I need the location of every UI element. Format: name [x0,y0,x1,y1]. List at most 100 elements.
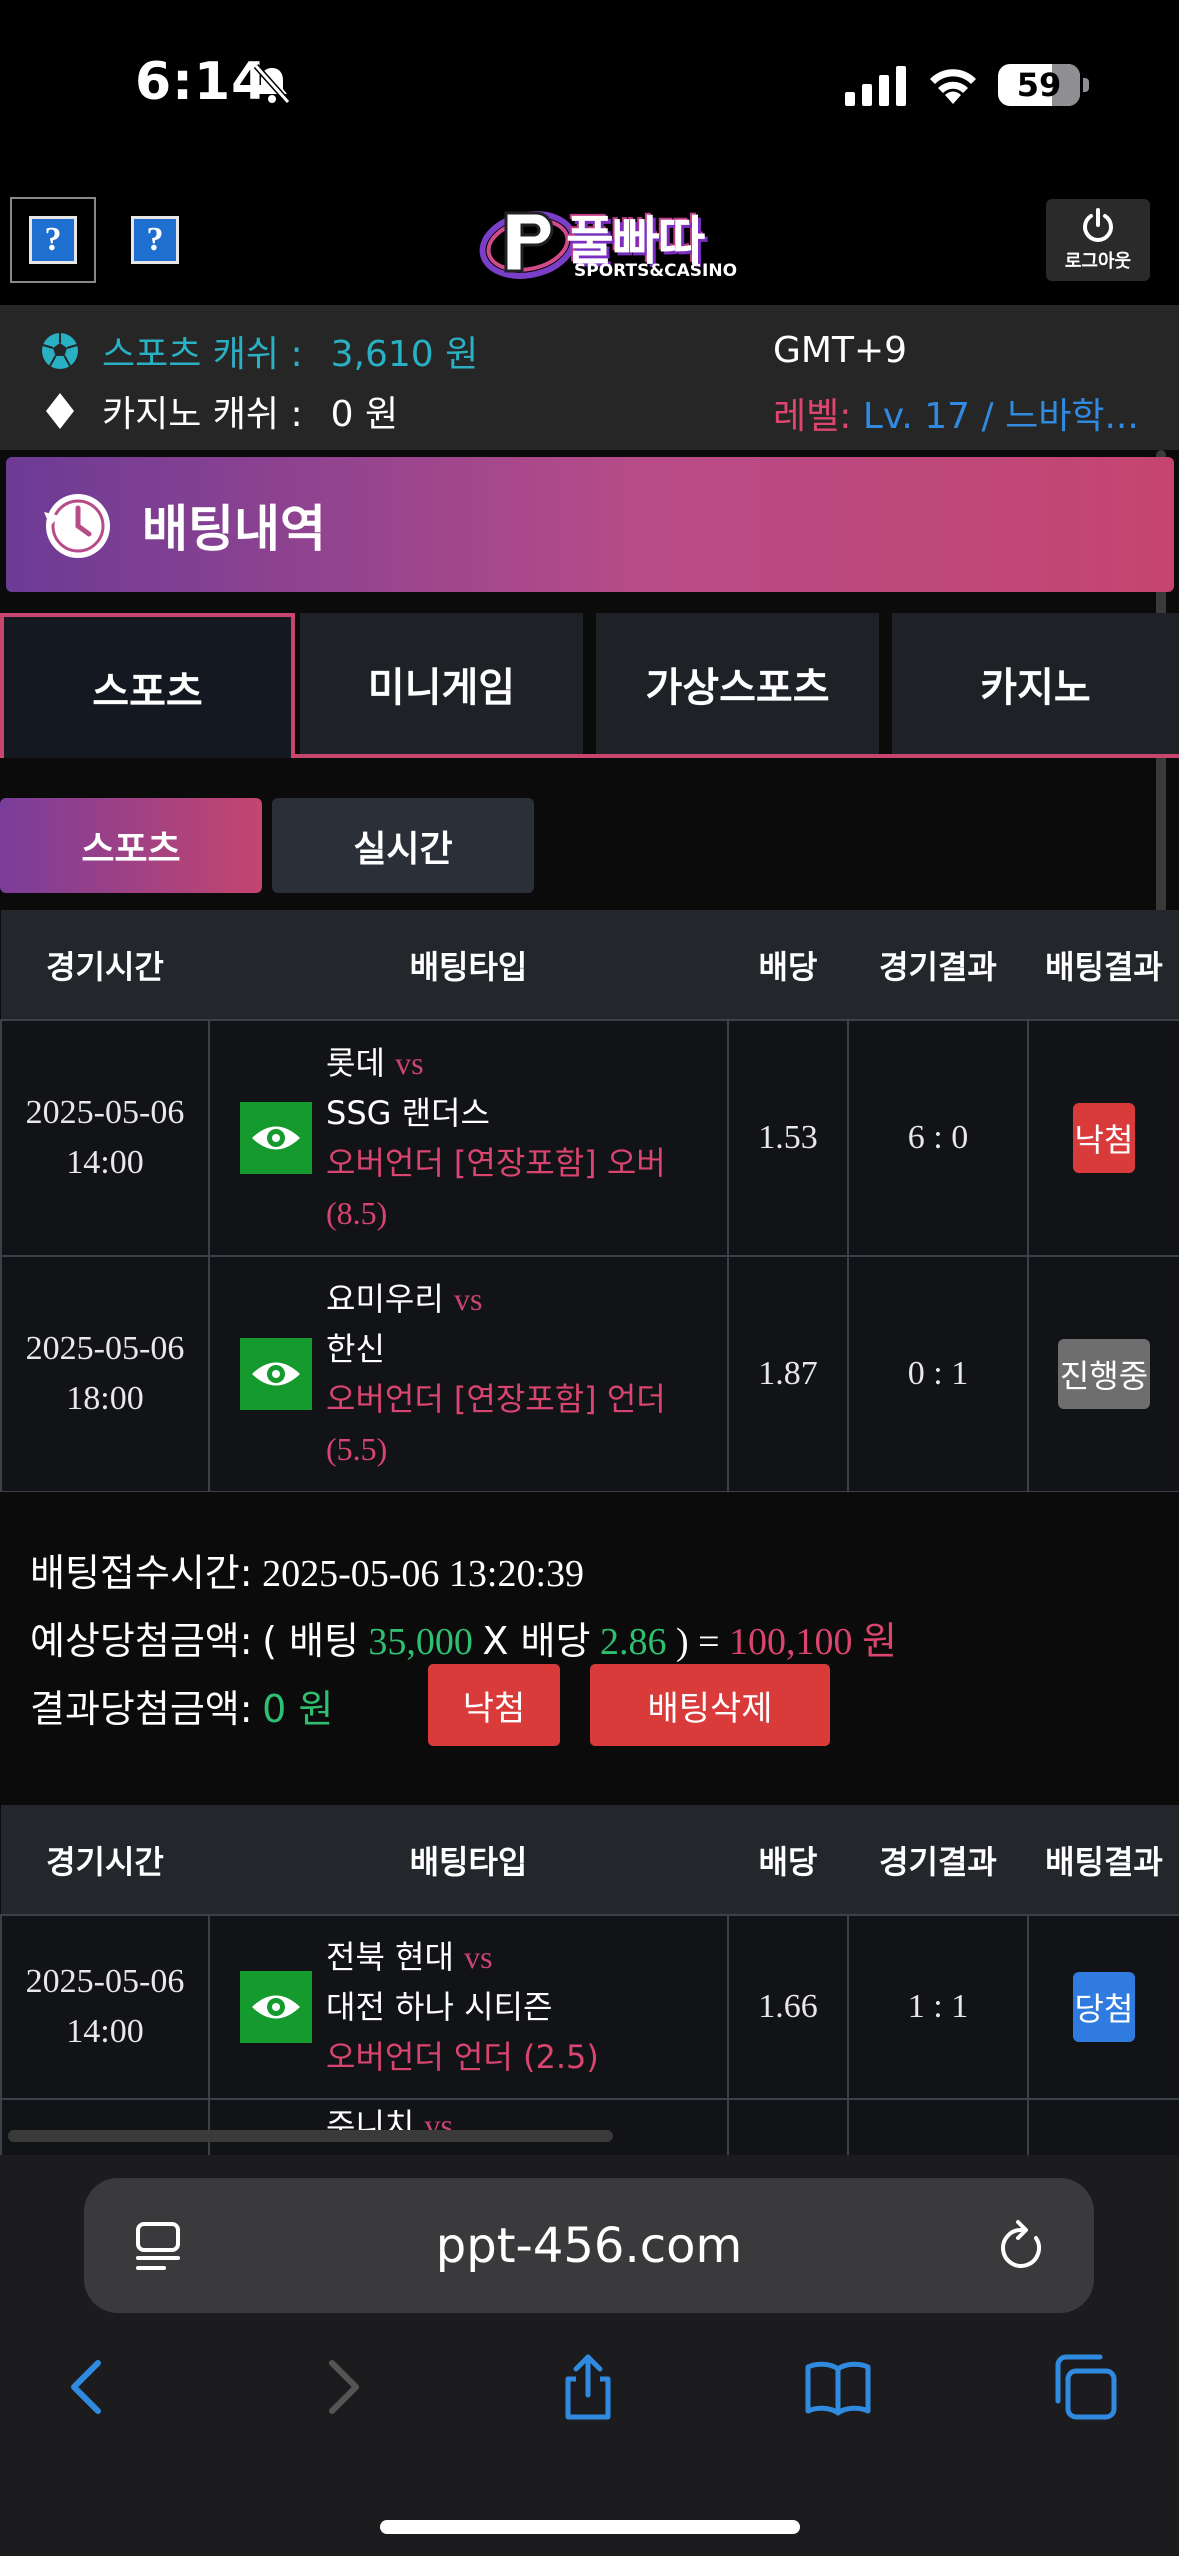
url-text: ppt-456.com [435,2218,743,2274]
bet-market: 오버언더 [연장포함] 오버 [326,1144,666,1182]
match-info: 전북 현대 vs 대전 하나 시티즌 오버언더 언더 (2.5) [326,1932,599,2082]
forward-icon[interactable] [306,2351,378,2423]
away-team: SSG 랜더스 [326,1094,490,1132]
result-cell [1027,2098,1179,2155]
stake-amount: 35,000 [368,1621,473,1663]
sports-cash-line: 스포츠 캐쉬 : 3,610 원 [40,325,478,377]
bet-slip-2-table: 경기시간 배팅타입 배당 경기결과 배팅결과 2025-05-06 14:00 [0,1805,1179,2155]
page-title: 배팅내역 [142,499,326,558]
expected-win-label: 예상당첨금액: [30,1619,253,1663]
share-icon[interactable] [552,2351,624,2423]
address-bar[interactable]: ppt-456.com [84,2178,1094,2313]
diamond-icon [46,393,74,429]
header-game-result: 경기결과 [848,1805,1028,1915]
status-time: 6:14 [135,52,269,112]
logo-subtitle: SPORTS&CASINO [574,261,738,281]
accept-time-value: 2025-05-06 13:20:39 [262,1553,585,1595]
result-cell: 진행중 [1027,1255,1179,1493]
browser-toolbar: ppt-456.com [0,2155,1179,2556]
delete-bet-button[interactable]: 배팅삭제 [590,1664,830,1746]
view-eye-icon[interactable] [240,1971,312,2043]
bet-type-cell: 주니치 vs [208,2098,729,2155]
horizontal-scrollbar[interactable] [8,2130,613,2142]
vs-label: vs [464,1939,493,1975]
odds-cell: 1.53 [727,1019,849,1257]
wifi-icon [930,69,976,104]
level-info[interactable]: 레벨: Lv. 17 / 느바학... [773,387,1143,439]
subtab-live[interactable]: 실시간 [272,798,534,893]
bet-type-cell: 전북 현대 vs 대전 하나 시티즌 오버언더 언더 (2.5) [208,1914,729,2100]
result-win-line: 결과당첨금액: 0 원 [30,1678,333,1733]
subtab-sports[interactable]: 스포츠 [0,798,262,893]
game-date: 2025-05-06 [25,1330,185,1367]
match-info: 요미우리 vs 한신 오버언더 [연장포함] 언더 (5.5) [326,1274,666,1474]
home-indicator[interactable] [380,2520,800,2534]
table-row: 2025-05-06 14:00 롯데 vs SSG 랜더스 오버언더 [연장포… [0,1019,1179,1257]
bet-market: 오버언더 [연장포함] 언더 [326,1380,666,1418]
bookmarks-icon[interactable] [802,2351,874,2423]
sports-cash-label: 스포츠 캐쉬 : [102,334,303,375]
home-team: 롯데 [326,1044,385,1082]
help-button-1[interactable]: ? [10,197,96,283]
sports-cash-value: 3,610 원 [330,334,479,375]
game-hour: 14:00 [66,2013,144,2050]
bet-slip-1-summary: 배팅접수시간: 2025-05-06 13:20:39 예상당첨금액: ( 배팅… [0,1492,1179,1790]
home-team: 요미우리 [326,1280,444,1318]
away-team: 한신 [326,1330,385,1368]
result-win-label: 결과당첨금액: [30,1687,253,1731]
away-team: 대전 하나 시티즌 [326,1988,553,2026]
cell-signal-icon [845,66,906,106]
expected-open: ( 배팅 [262,1619,359,1663]
score-cell [847,2098,1029,2155]
game-date: 2025-05-06 [25,1094,185,1131]
bell-off-icon [253,64,291,104]
back-icon[interactable] [52,2351,124,2423]
tab-sports[interactable]: 스포츠 [0,613,295,758]
game-time [0,2098,210,2155]
view-eye-icon[interactable] [240,1338,312,1410]
x-odds-label: X 배당 [482,1619,591,1663]
logout-label: 로그아웃 [1064,251,1132,272]
casino-cash-value: 0 원 [330,394,399,435]
reload-icon[interactable] [996,2218,1048,2274]
view-eye-icon[interactable] [240,1102,312,1174]
tab-casino[interactable]: 카지노 [892,613,1179,754]
tabs-icon[interactable] [1050,2351,1122,2423]
game-date: 2025-05-06 [25,1963,185,2000]
score-cell: 1 : 1 [847,1914,1029,2100]
result-cell: 당첨 [1027,1914,1179,2100]
game-hour: 14:00 [66,1144,144,1181]
help-button-2[interactable]: ? [112,197,198,283]
status-bar: 6:14 59 [0,0,1179,175]
casino-cash-line: 카지노 캐쉬 : 0 원 [40,385,398,437]
vs-label: vs [395,1045,424,1081]
battery-level: 59 [1016,66,1062,104]
accept-time-label: 배팅접수시간: [30,1551,253,1595]
header-odds: 배당 [728,910,848,1020]
tab-virtual-sports[interactable]: 가상스포츠 [596,613,879,754]
tab-minigame[interactable]: 미니게임 [300,613,583,754]
odds-cell: 1.87 [727,1255,849,1493]
lose-status-button[interactable]: 낙첨 [428,1664,560,1746]
category-tabs: 스포츠 미니게임 가상스포츠 카지노 [0,613,1179,758]
help-icon: ? [131,216,179,264]
game-hour: 18:00 [66,1380,144,1417]
status-badge-lose: 낙첨 [1072,1103,1136,1173]
status-badge-win: 당첨 [1072,1972,1136,2042]
odds-cell: 1.66 [727,1914,849,2100]
vs-label: vs [453,1281,483,1317]
site-logo[interactable]: 풀빠따 SPORTS&CASINO [478,195,743,287]
history-clock-icon [44,493,110,558]
result-win-amount: 0 원 [262,1687,334,1731]
logout-button[interactable]: 로그아웃 [1046,199,1150,281]
table-row: 2025-05-06 14:00 전북 현대 vs 대전 하나 시티즌 오버언더… [0,1914,1179,2100]
casino-cash-label: 카지노 캐쉬 : [102,394,303,435]
header-bet-type: 배팅타입 [209,910,728,1020]
logo-p-mark-icon [479,211,577,279]
page-title-banner: 배팅내역 [6,457,1174,592]
battery-nub [1083,78,1089,92]
bet-line: (5.5) [326,1431,388,1467]
expected-win-amount: 100,100 원 [729,1621,898,1663]
odds-cell [727,2098,849,2155]
account-info-panel: 스포츠 캐쉬 : 3,610 원 카지노 캐쉬 : 0 원 GMT+9 레벨: … [0,305,1179,450]
